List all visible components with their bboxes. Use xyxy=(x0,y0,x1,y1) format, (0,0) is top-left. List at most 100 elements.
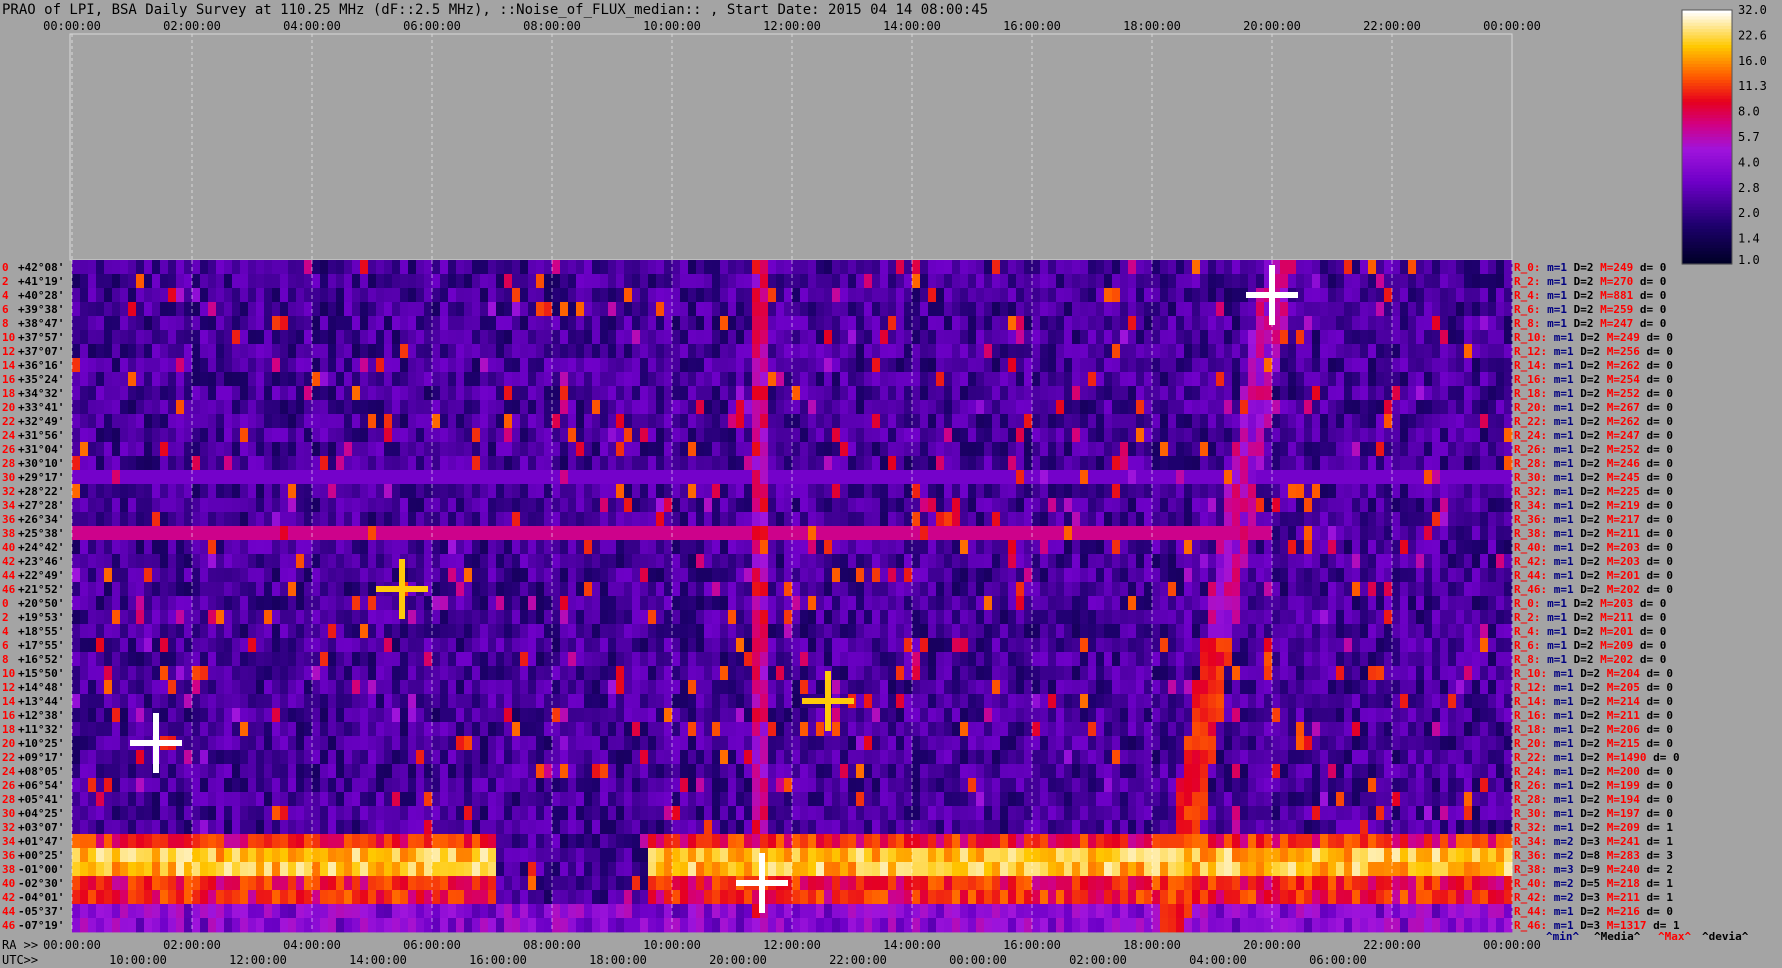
heatmap-cell xyxy=(304,302,313,317)
heatmap-cell xyxy=(360,428,369,443)
heatmap-cell xyxy=(592,540,601,555)
heatmap-cell xyxy=(424,610,433,625)
heatmap-cell xyxy=(432,274,441,289)
heatmap-cell xyxy=(1064,470,1073,485)
heatmap-cell xyxy=(176,554,185,569)
heatmap-cell xyxy=(616,512,625,527)
heatmap-cell xyxy=(96,358,105,373)
heatmap-cell xyxy=(1272,568,1281,583)
heatmap-cell xyxy=(344,638,353,653)
heatmap-cell xyxy=(744,456,753,471)
heatmap-cell xyxy=(1320,540,1329,555)
heatmap-cell xyxy=(1448,596,1457,611)
heatmap-cell xyxy=(1416,274,1425,289)
heatmap-cell xyxy=(664,512,673,527)
heatmap-cell xyxy=(304,428,313,443)
heatmap-cell xyxy=(1040,316,1049,331)
heatmap-cell xyxy=(968,554,977,569)
heatmap-cell xyxy=(1416,484,1425,499)
heatmap-cell xyxy=(336,414,345,429)
heatmap-cell xyxy=(328,484,337,499)
heatmap-cell xyxy=(696,372,705,387)
heatmap-cell xyxy=(704,596,713,611)
heatmap-cell xyxy=(1464,428,1473,443)
heatmap-cell xyxy=(1440,540,1449,555)
heatmap-cell xyxy=(648,288,657,303)
heatmap-cell xyxy=(232,456,241,471)
heatmap-cell xyxy=(104,288,113,303)
heatmap-cell xyxy=(528,428,537,443)
heatmap-cell xyxy=(944,302,953,317)
heatmap-cell xyxy=(80,484,89,499)
heatmap-cell xyxy=(96,540,105,555)
heatmap-cell xyxy=(416,512,425,527)
heatmap-cell xyxy=(816,610,825,625)
heatmap-cell xyxy=(144,512,153,527)
heatmap-cell xyxy=(368,358,377,373)
heatmap-cell xyxy=(488,428,497,443)
heatmap-cell xyxy=(152,358,161,373)
heatmap-cell xyxy=(280,484,289,499)
heatmap-cell xyxy=(216,596,225,611)
heatmap-cell xyxy=(248,330,257,345)
heatmap-cell xyxy=(1216,512,1225,527)
heatmap-cell xyxy=(216,568,225,583)
heatmap-cell xyxy=(552,260,561,275)
heatmap-cell xyxy=(552,456,561,471)
heatmap-cell xyxy=(232,470,241,485)
heatmap-cell xyxy=(936,274,945,289)
heatmap-cell xyxy=(448,302,457,317)
heatmap-cell xyxy=(208,414,217,429)
heatmap-cell xyxy=(1312,274,1321,289)
heatmap-cell xyxy=(752,274,761,289)
heatmap-cell xyxy=(1240,470,1249,485)
heatmap-cell xyxy=(816,638,825,653)
heatmap-cell xyxy=(928,260,937,275)
heatmap-cell xyxy=(944,316,953,331)
heatmap-cell xyxy=(1272,624,1281,639)
heatmap-cell xyxy=(752,442,761,457)
heatmap-cell xyxy=(744,274,753,289)
heatmap-cell xyxy=(760,260,769,275)
heatmap-cell xyxy=(1472,260,1481,275)
heatmap-cell xyxy=(384,386,393,401)
heatmap-cell xyxy=(1024,288,1033,303)
heatmap-cell xyxy=(840,610,849,625)
heatmap-cell xyxy=(848,358,857,373)
heatmap-cell xyxy=(1144,316,1153,331)
heatmap-cell xyxy=(160,470,169,485)
heatmap-cell xyxy=(680,540,689,555)
heatmap-cell xyxy=(536,274,545,289)
heatmap-cell xyxy=(704,470,713,485)
heatmap-cell xyxy=(872,596,881,611)
heatmap-cell xyxy=(160,260,169,275)
heatmap-cell xyxy=(424,302,433,317)
heatmap-cell xyxy=(1240,568,1249,583)
heatmap-cell xyxy=(896,540,905,555)
heatmap-cell xyxy=(88,540,97,555)
heatmap-cell xyxy=(120,568,129,583)
heatmap-cell xyxy=(280,442,289,457)
heatmap-cell xyxy=(1320,428,1329,443)
heatmap-cell xyxy=(288,498,297,513)
heatmap-cell xyxy=(352,288,361,303)
heatmap-cell xyxy=(1152,302,1161,317)
heatmap-cell xyxy=(1400,358,1409,373)
heatmap-cell xyxy=(1184,526,1193,541)
heatmap-cell xyxy=(608,428,617,443)
heatmap-cell xyxy=(184,274,193,289)
heatmap-cell xyxy=(624,428,633,443)
heatmap-cell xyxy=(1304,288,1313,303)
heatmap-cell xyxy=(1136,344,1145,359)
heatmap-cell xyxy=(1176,414,1185,429)
heatmap-cell xyxy=(1256,302,1265,317)
heatmap-cell xyxy=(512,414,521,429)
heatmap-cell xyxy=(336,428,345,443)
heatmap-cell xyxy=(1024,274,1033,289)
heatmap-cell xyxy=(1352,260,1361,275)
heatmap-cell xyxy=(1160,288,1169,303)
heatmap-cell xyxy=(464,372,473,387)
heatmap-cell xyxy=(1224,470,1233,485)
heatmap-cell xyxy=(600,456,609,471)
heatmap-cell xyxy=(1456,526,1465,541)
